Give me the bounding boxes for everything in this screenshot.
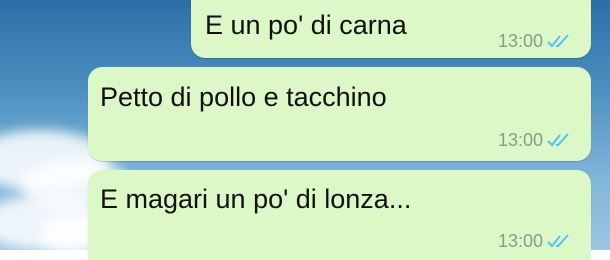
double-check-icon [547, 34, 569, 48]
message-bubble-outgoing[interactable]: Petto di pollo e tacchino 13:00 [88, 67, 591, 161]
double-check-icon [547, 234, 569, 248]
message-text: Petto di pollo e tacchino [100, 82, 387, 112]
message-text: E magari un po' di lonza... [100, 184, 412, 214]
message-text: E un po' di carna [205, 10, 407, 40]
message-meta: 13:00 [498, 131, 571, 149]
message-time: 13:00 [497, 31, 543, 51]
message-meta: 13:00 [498, 232, 571, 250]
message-meta: 13:00 [498, 32, 571, 50]
double-check-icon [547, 133, 569, 147]
message-bubble-outgoing[interactable]: E un po' di carna 13:00 [191, 0, 591, 58]
message-bubble-outgoing[interactable]: E magari un po' di lonza... 13:00 [88, 170, 591, 260]
message-time: 13:00 [497, 231, 543, 251]
message-time: 13:00 [497, 130, 543, 150]
